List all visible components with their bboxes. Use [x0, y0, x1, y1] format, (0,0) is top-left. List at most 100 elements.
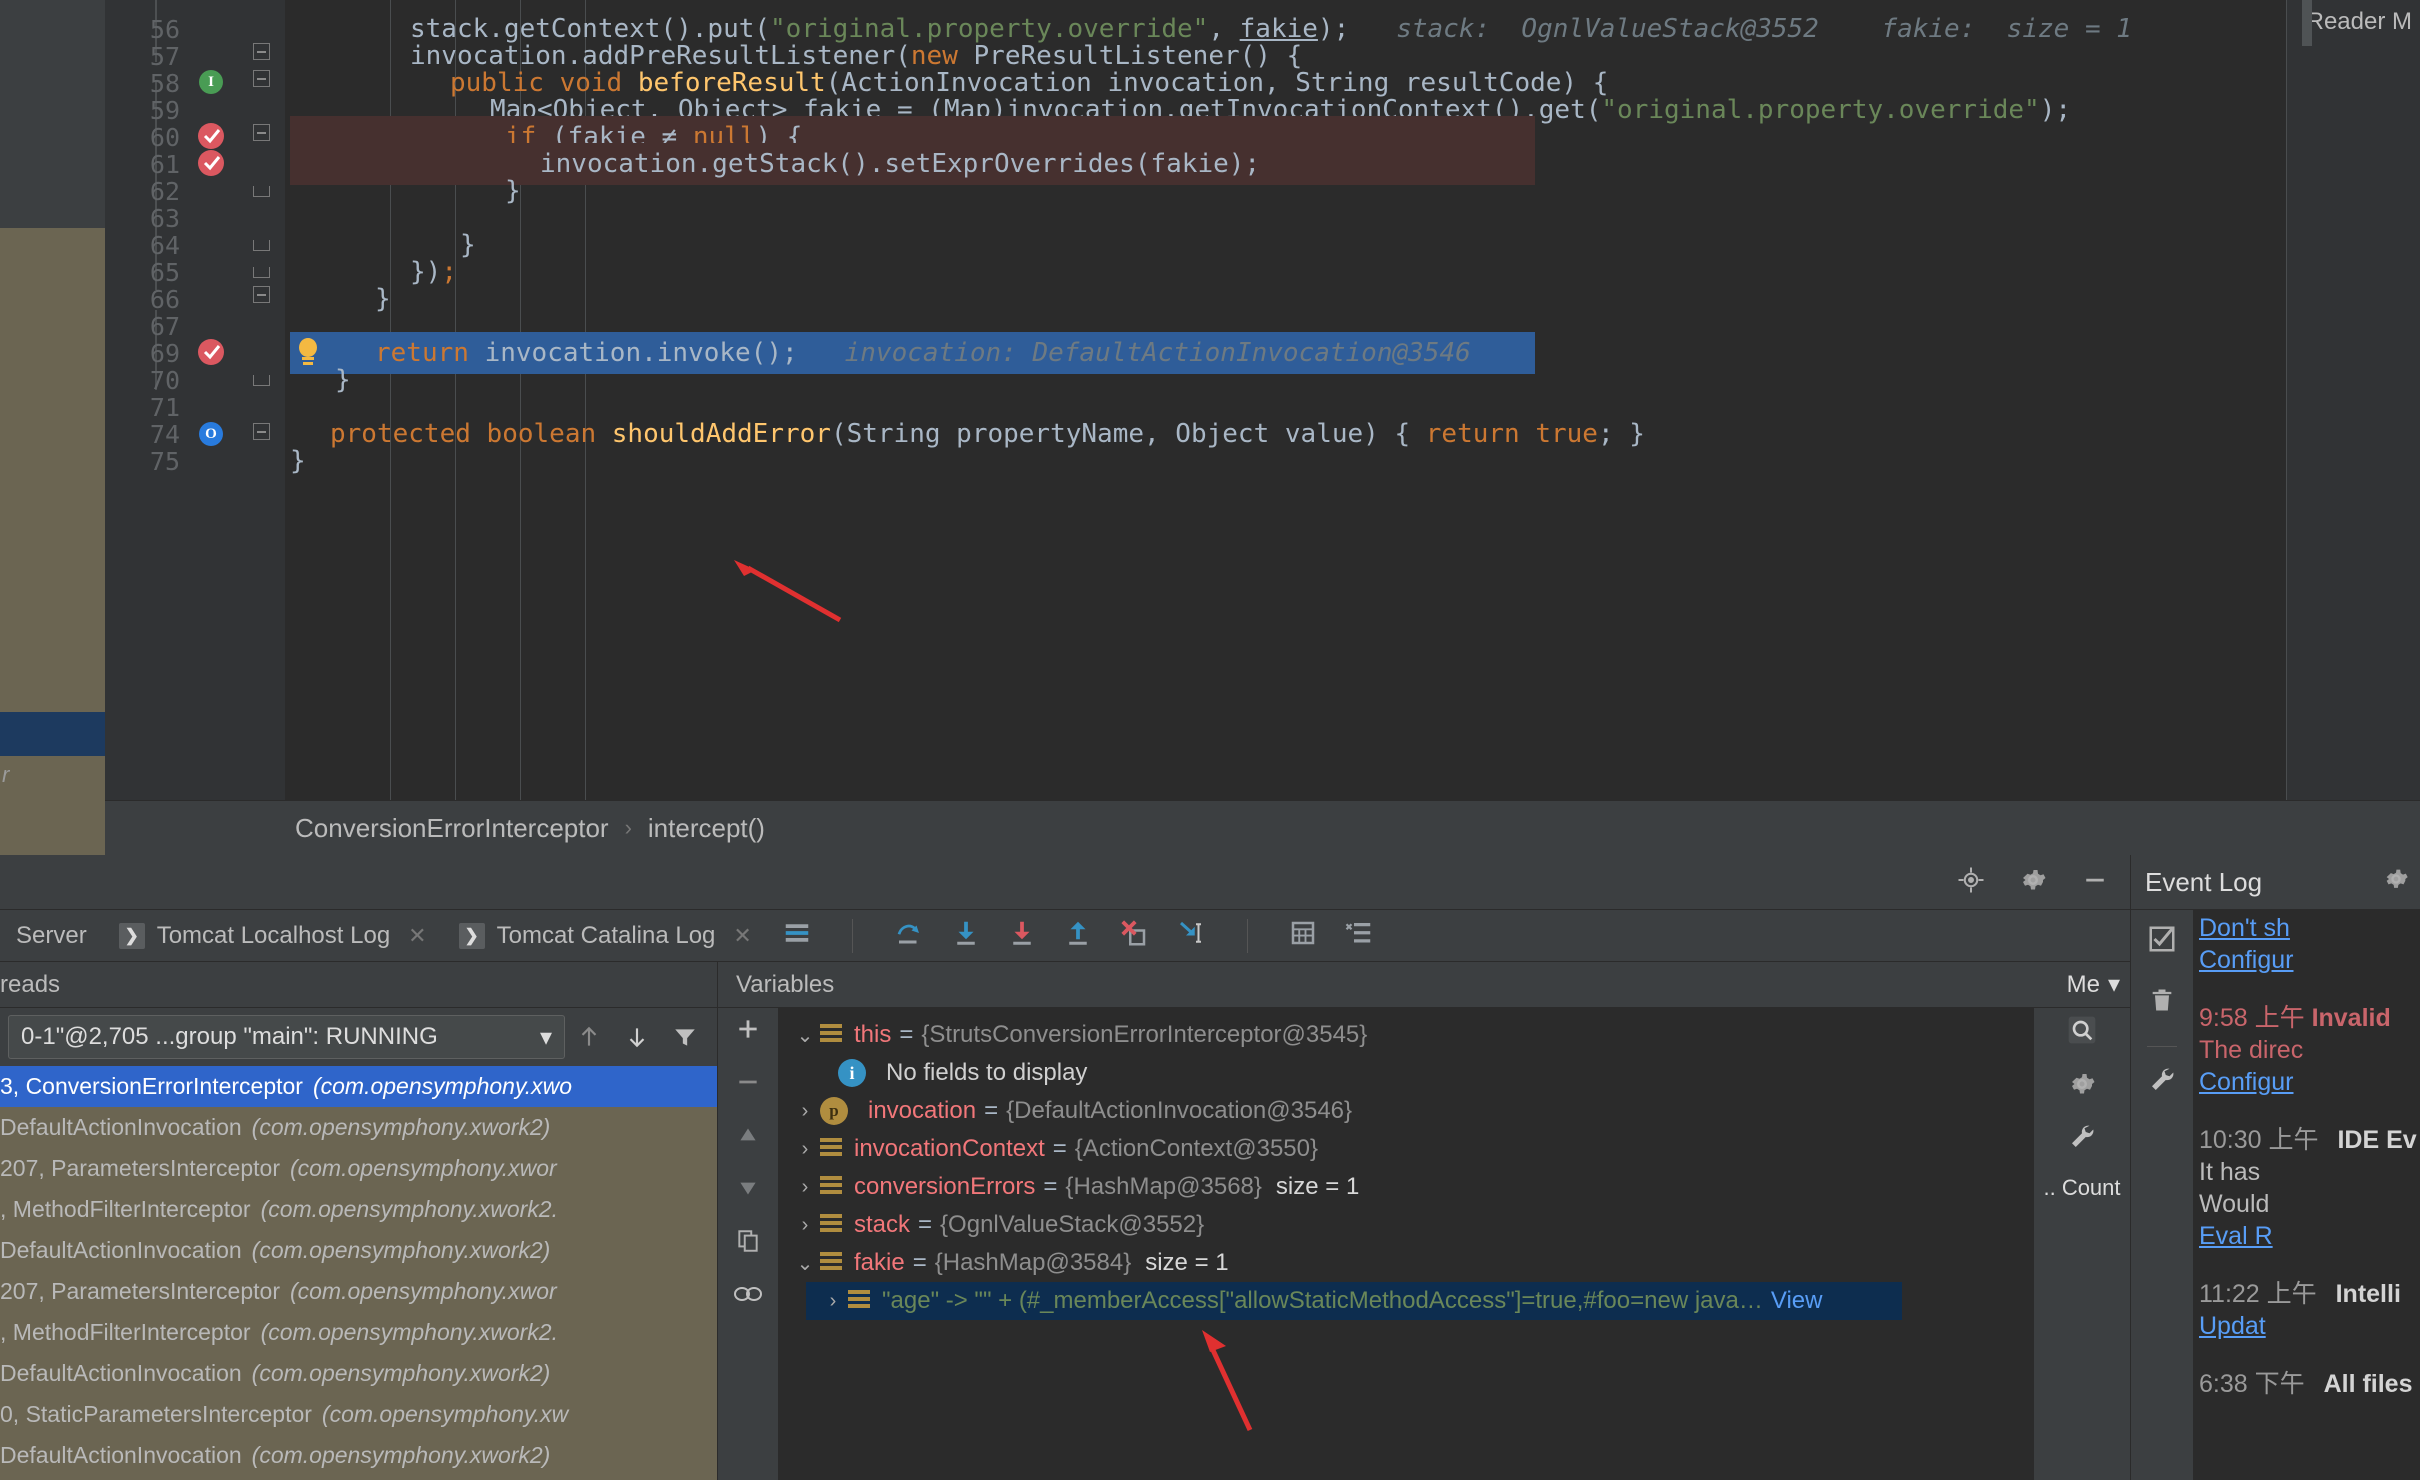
settings-gear-icon[interactable]: [2018, 865, 2048, 900]
code-lines[interactable]: 56 stack.getContext().put("original.prop…: [105, 0, 2420, 800]
list-item[interactable]: , MethodFilterInterceptor (com.opensympho…: [0, 1189, 717, 1230]
list-item[interactable]: 0, StaticParametersInterceptor (com.opens…: [0, 1394, 717, 1435]
wrench-icon[interactable]: [2147, 1046, 2177, 1100]
list-item[interactable]: , MethodFilterInterceptor (com.opensympho…: [0, 1312, 717, 1353]
watches-icon[interactable]: [733, 1281, 763, 1312]
editor-right-gutter[interactable]: Reader M: [2286, 0, 2420, 800]
list-item[interactable]: 207, ParametersInterceptor (com.opensymph…: [0, 1271, 717, 1312]
frame-package: (com.opensymphony.xw: [321, 1401, 569, 1427]
list-icon: [820, 1136, 844, 1162]
code-line[interactable]: [105, 467, 2420, 509]
editor-scrollbar-thumb[interactable]: [2302, 0, 2312, 46]
event-log-link[interactable]: Don't sh: [2193, 912, 2420, 944]
list-item[interactable]: MultiselectInterceptor(org.apache.struts…: [0, 1476, 717, 1480]
tab-tomcat-catalina-log[interactable]: ❯ Tomcat Catalina Log ✕: [443, 910, 768, 962]
tree-row-conversionerrors[interactable]: › conversionErrors = {HashMap@3568} size…: [778, 1168, 2034, 1206]
chevron-right-icon[interactable]: ›: [790, 1176, 820, 1199]
chevron-right-icon[interactable]: ›: [790, 1138, 820, 1161]
trash-icon[interactable]: [2148, 985, 2176, 1020]
step-into-icon[interactable]: [951, 918, 981, 953]
fold-toggle-icon[interactable]: [253, 43, 270, 60]
chevron-right-icon[interactable]: ›: [790, 1100, 820, 1123]
tree-row-this[interactable]: ⌄ this = {StrutsConversionErrorIntercept…: [778, 1016, 2034, 1054]
wrench-icon[interactable]: [2067, 1122, 2097, 1157]
run-to-cursor-icon[interactable]: [1175, 918, 1207, 953]
tab-server[interactable]: Server: [0, 910, 103, 962]
chevron-right-icon[interactable]: ›: [790, 1214, 820, 1237]
variables-right-toolbar[interactable]: .. Count: [2034, 1008, 2130, 1480]
code-editor[interactable]: 56 stack.getContext().put("original.prop…: [0, 0, 2420, 800]
frames-list[interactable]: 3, ConversionErrorInterceptor (com.opensy…: [0, 1066, 717, 1480]
fold-end-icon[interactable]: [253, 267, 270, 278]
chevron-down-icon[interactable]: ▾: [2108, 970, 2120, 999]
fold-toggle-icon[interactable]: [253, 286, 270, 303]
event-log-content[interactable]: Don't sh Configur 9:58 上午 Invalid The di…: [2193, 910, 2420, 1480]
chevron-right-icon[interactable]: ›: [818, 1290, 848, 1313]
force-step-into-icon[interactable]: [1007, 918, 1037, 953]
list-item[interactable]: DefaultActionInvocation (com.opensymphony…: [0, 1230, 717, 1271]
tree-row-invocationcontext[interactable]: › invocationContext = {ActionContext@355…: [778, 1130, 2034, 1168]
event-log-link[interactable]: Updat: [2193, 1310, 2420, 1342]
chevron-down-icon[interactable]: ⌄: [790, 1023, 820, 1048]
fold-toggle-icon[interactable]: [253, 70, 270, 87]
idea-window: 56 stack.getContext().put("original.prop…: [0, 0, 2420, 1480]
fold-toggle-icon[interactable]: [253, 423, 270, 440]
event-log-toolbar[interactable]: [2131, 910, 2193, 1480]
reader-mode-label[interactable]: Reader M: [2307, 8, 2412, 36]
tree-row-stack[interactable]: › stack = {OgnlValueStack@3552}: [778, 1206, 2034, 1244]
filter-icon[interactable]: [661, 1015, 709, 1059]
fold-end-icon[interactable]: [253, 186, 270, 197]
copy-icon[interactable]: [735, 1228, 761, 1259]
variables-gutter-toolbar[interactable]: [718, 1008, 778, 1480]
event-body: It has: [2199, 1158, 2261, 1186]
variables-tree[interactable]: ⌄ this = {StrutsConversionErrorIntercept…: [778, 1008, 2034, 1480]
chevron-down-icon[interactable]: ⌄: [790, 1251, 820, 1276]
breadcrumb[interactable]: ConversionErrorInterceptor › intercept(): [105, 800, 2420, 855]
show-console-icon[interactable]: [782, 918, 812, 953]
close-icon[interactable]: ✕: [408, 923, 426, 949]
left-frames-bleed: [0, 228, 105, 658]
evaluate-expression-icon[interactable]: [1288, 918, 1318, 953]
breadcrumb-class[interactable]: ConversionErrorInterceptor: [295, 813, 609, 844]
tree-row-invocation[interactable]: › p invocation = {DefaultActionInvocatio…: [778, 1092, 2034, 1130]
settings-target-icon[interactable]: [1956, 865, 1986, 900]
event-log-link[interactable]: Configur: [2193, 944, 2420, 976]
mark-read-icon[interactable]: [2147, 924, 2177, 959]
list-item[interactable]: DefaultActionInvocation (com.opensymphony…: [0, 1353, 717, 1394]
tab-tomcat-localhost-log[interactable]: ❯ Tomcat Localhost Log ✕: [103, 910, 443, 962]
debug-toolbar[interactable]: [768, 918, 1374, 953]
search-icon[interactable]: [2066, 1014, 2098, 1051]
step-over-icon[interactable]: [893, 918, 925, 953]
drop-frame-icon[interactable]: [1119, 918, 1149, 953]
up-icon[interactable]: [735, 1122, 761, 1153]
thread-combo[interactable]: 0-1"@2,705 ...group "main": RUNNING ▾: [8, 1015, 565, 1059]
tree-row-age-entry[interactable]: › "age" -> "" + (#_memberAccess["allowSt…: [806, 1282, 1902, 1320]
fold-end-icon[interactable]: [253, 240, 270, 251]
down-arrow-icon[interactable]: [613, 1015, 661, 1059]
list-item[interactable]: DefaultActionInvocation (com.opensymphony…: [0, 1107, 717, 1148]
breadcrumb-method[interactable]: intercept(): [648, 813, 765, 844]
event-log-link[interactable]: Eval R: [2193, 1220, 2420, 1252]
list-item[interactable]: DefaultActionInvocation (com.opensymphony…: [0, 1435, 717, 1476]
chevron-down-icon[interactable]: ▾: [540, 1023, 552, 1052]
add-icon[interactable]: [735, 1016, 761, 1047]
step-out-icon[interactable]: [1063, 918, 1093, 953]
event-log-link[interactable]: Configur: [2193, 1066, 2420, 1098]
tree-row-fakie[interactable]: ⌄ fakie = {HashMap@3584} size = 1: [778, 1244, 2034, 1282]
view-link[interactable]: View: [1771, 1287, 1823, 1315]
down-icon[interactable]: [735, 1175, 761, 1206]
fold-toggle-icon[interactable]: [253, 124, 270, 141]
list-item[interactable]: 207, ParametersInterceptor (com.opensymph…: [0, 1148, 717, 1189]
minimize-icon[interactable]: [2080, 865, 2110, 900]
close-icon[interactable]: ✕: [733, 923, 751, 949]
debug-tabs[interactable]: Server ❯ Tomcat Localhost Log ✕ ❯ Tomcat…: [0, 910, 2130, 962]
list-item[interactable]: 3, ConversionErrorInterceptor (com.opensy…: [0, 1066, 717, 1107]
remove-icon[interactable]: [735, 1069, 761, 1100]
mode-combo[interactable]: Me ▾: [2067, 970, 2120, 999]
fold-end-icon[interactable]: [253, 375, 270, 386]
mute-breakpoints-icon[interactable]: [1344, 918, 1374, 953]
settings-gear-icon[interactable]: [2067, 1069, 2097, 1104]
settings-gear-icon[interactable]: [2382, 865, 2410, 900]
thread-selector-row[interactable]: 0-1"@2,705 ...group "main": RUNNING ▾: [0, 1008, 717, 1066]
up-arrow-icon[interactable]: [565, 1015, 613, 1059]
